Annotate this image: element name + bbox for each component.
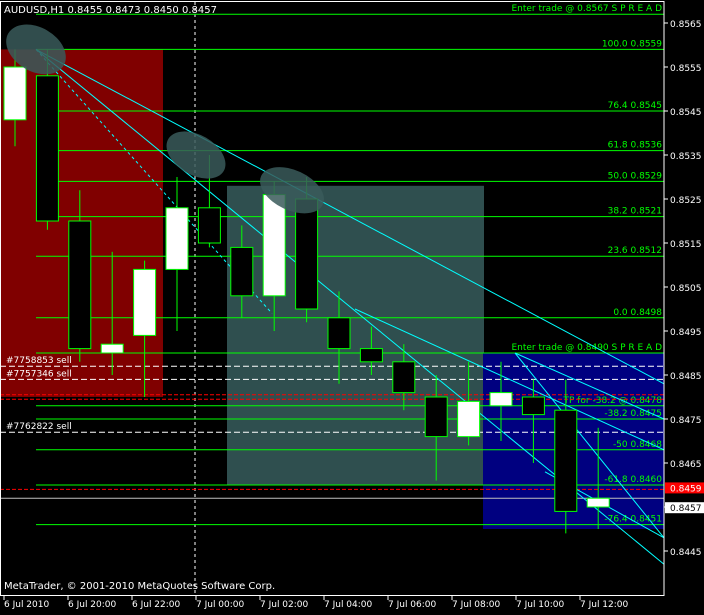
fib-label: 38.2 0.8521	[608, 207, 662, 217]
mt4-chart-window[interactable]: Enter trade @ 0.8567 S P R E A D 100.0 0.…	[0, 0, 704, 611]
time-tick-label: 6 Jul 20:00	[68, 600, 117, 610]
candle[interactable]	[100, 343, 124, 354]
fib-label: TP for -38.2 @ 0.8478	[562, 396, 662, 406]
order-label[interactable]: #7758853 sell	[6, 356, 72, 366]
price-tick-label: 0.8555	[670, 64, 702, 74]
fib-label: 100.0 0.8559	[602, 39, 662, 49]
price-tick-label: 0.8445	[670, 548, 702, 558]
candle[interactable]	[262, 194, 286, 297]
fib-label: Enter trade @ 0.8567 S P R E A D	[511, 4, 662, 14]
price-tick-label: 0.8475	[670, 416, 702, 426]
fib-label: 61.8 0.8536	[608, 141, 663, 151]
price-tick-label: 0.8545	[670, 108, 702, 118]
fib-label: 50.0 0.8529	[608, 171, 663, 181]
fib-label: -50 0.8468	[613, 440, 662, 450]
candle[interactable]	[165, 207, 189, 270]
candle[interactable]	[521, 396, 545, 416]
price-tick-label: 0.8565	[670, 20, 702, 30]
price-chart[interactable]: Enter trade @ 0.8567 S P R E A D 100.0 0.…	[0, 0, 704, 611]
time-tick-label: 7 Jul 10:00	[516, 600, 565, 610]
alert-price-text: 0.8459	[670, 484, 702, 494]
candle[interactable]	[3, 66, 27, 121]
candle[interactable]	[197, 207, 221, 244]
candle[interactable]	[35, 75, 59, 222]
candle[interactable]	[392, 361, 416, 394]
candle[interactable]	[554, 409, 578, 512]
fib-label: 76.4 0.8545	[608, 101, 662, 111]
price-tick-label: 0.8465	[670, 460, 702, 470]
highlight-ellipse	[166, 131, 226, 179]
fib-label: Enter trade @ 0.8490 S P R E A D	[511, 343, 662, 353]
candle[interactable]	[489, 392, 513, 407]
price-tick-label: 0.8485	[670, 372, 702, 382]
price-tick-label: 0.8535	[670, 152, 702, 162]
price-tick-label: 0.8515	[670, 240, 702, 250]
order-label[interactable]: #7762822 sell	[6, 422, 72, 432]
order-label[interactable]: #7757346 sell	[6, 369, 72, 379]
candle[interactable]	[457, 400, 481, 438]
time-tick-label: 7 Jul 12:00	[580, 600, 629, 610]
time-tick-label: 7 Jul 02:00	[260, 600, 309, 610]
current-price-text: 0.8457	[670, 504, 702, 514]
time-tick-label: 7 Jul 06:00	[388, 600, 437, 610]
fib-label: 23.6 0.8512	[608, 246, 662, 256]
candle[interactable]	[295, 198, 319, 310]
symbol-header: AUDUSD,H1 0.8455 0.8473 0.8450 0.8457	[4, 5, 217, 16]
time-tick-label: 7 Jul 00:00	[196, 600, 245, 610]
time-tick-label: 7 Jul 04:00	[324, 600, 373, 610]
time-tick-label: 6 Jul 22:00	[132, 600, 181, 610]
candle[interactable]	[68, 220, 92, 350]
fib-label: 0.0 0.8498	[613, 308, 662, 318]
time-tick-label: 7 Jul 08:00	[452, 600, 501, 610]
copyright-text: MetaTrader, © 2001-2010 MetaQuotes Softw…	[4, 581, 275, 592]
fib-label: -76.4 0.8451	[604, 515, 662, 525]
price-tick-label: 0.8525	[670, 196, 702, 206]
candle[interactable]	[424, 396, 448, 438]
time-tick-label: 6 Jul 2010	[4, 600, 49, 610]
candle[interactable]	[133, 268, 157, 336]
candle[interactable]	[230, 246, 254, 297]
candle[interactable]	[359, 348, 383, 363]
candle[interactable]	[327, 317, 351, 350]
price-tick-label: 0.8495	[670, 328, 702, 338]
fib-label: -61.8 0.8460	[604, 475, 662, 485]
price-tick-label: 0.8505	[670, 284, 702, 294]
candle[interactable]	[586, 497, 610, 508]
